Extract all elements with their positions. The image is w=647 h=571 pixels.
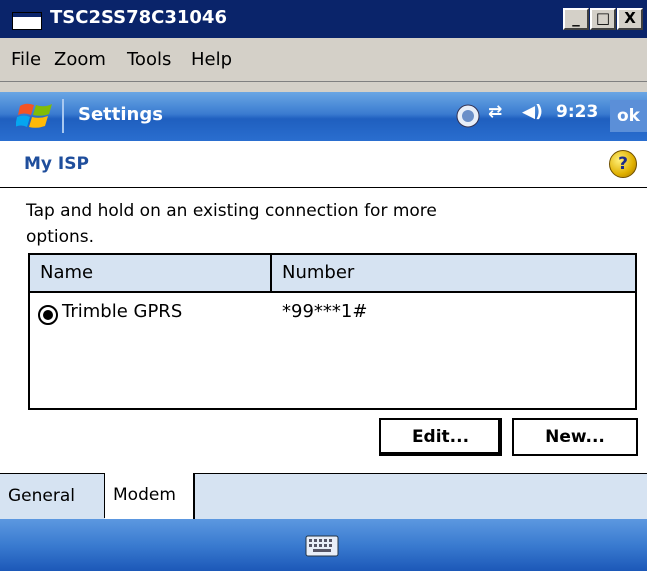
- selected-radio[interactable]: [38, 305, 58, 325]
- device-title-bar: Settings ⇄ ◀) 9:23 ok: [0, 92, 647, 141]
- keyboard-icon[interactable]: [305, 535, 339, 557]
- tab-modem[interactable]: Modem: [105, 473, 195, 519]
- connection-number: *99***1#: [282, 301, 368, 322]
- tab-strip: General Modem: [0, 473, 647, 520]
- page-title: My ISP: [24, 154, 89, 174]
- menu-tools[interactable]: Tools: [127, 49, 171, 70]
- menu-help[interactable]: Help: [191, 49, 232, 70]
- menu-zoom[interactable]: Zoom: [54, 49, 106, 70]
- close-button[interactable]: X: [617, 8, 643, 30]
- sync-icon[interactable]: [456, 104, 480, 128]
- help-icon[interactable]: ?: [609, 150, 637, 178]
- column-header-name[interactable]: Name: [30, 255, 272, 293]
- maximize-button[interactable]: □: [590, 8, 616, 30]
- soft-key-bar: [0, 519, 647, 571]
- window-title: TSC2SS78C31046: [50, 7, 227, 28]
- column-header-number[interactable]: Number: [272, 255, 635, 293]
- new-button[interactable]: New...: [512, 418, 638, 456]
- window-titlebar: TSC2SS78C31046 _ □ X: [0, 0, 647, 38]
- ok-button[interactable]: ok: [610, 100, 647, 132]
- page-header: My ISP ?: [0, 141, 647, 188]
- menu-bar: File Zoom Tools Help: [0, 38, 647, 82]
- instruction-text: Tap and hold on an existing connection f…: [26, 201, 437, 247]
- device-title: Settings: [78, 104, 163, 125]
- volume-icon[interactable]: ◀): [522, 102, 543, 122]
- connection-name: Trimble GPRS: [62, 301, 183, 322]
- connection-list[interactable]: Name Number Trimble GPRS *99***1#: [28, 253, 637, 410]
- windows-start-icon[interactable]: [16, 100, 56, 132]
- menu-file[interactable]: File: [11, 49, 41, 70]
- app-window-icon: [12, 12, 42, 30]
- minimize-button[interactable]: _: [563, 8, 589, 30]
- connectivity-icon[interactable]: ⇄: [488, 102, 502, 122]
- tab-general[interactable]: General: [0, 474, 105, 518]
- clock-time[interactable]: 9:23: [556, 102, 598, 122]
- edit-button[interactable]: Edit...: [379, 418, 502, 456]
- title-separator: [62, 99, 64, 133]
- list-item[interactable]: Trimble GPRS *99***1#: [30, 301, 635, 333]
